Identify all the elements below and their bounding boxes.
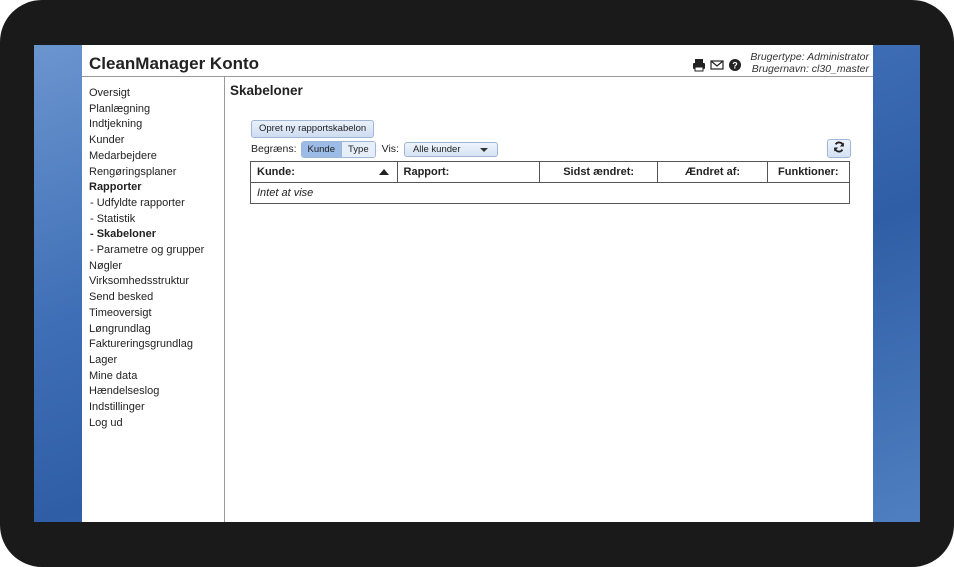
vis-select-value: Alle kunder <box>412 143 461 155</box>
refresh-button[interactable] <box>827 139 851 158</box>
sidebar-item-noegler[interactable]: Nøgler <box>89 259 223 275</box>
sidebar-item-rengoeringsplaner[interactable]: Rengøringsplaner <box>89 165 223 181</box>
col-aendret-af[interactable]: Ændret af: <box>657 161 768 183</box>
sidebar-item-indstillinger[interactable]: Indstillinger <box>89 400 223 416</box>
col-funktioner: Funktioner: <box>766 161 851 183</box>
user-name: Brugernavn: cl30_master <box>751 63 869 75</box>
empty-message: Intet at vise <box>250 182 850 204</box>
sidebar-item-rapporter[interactable]: Rapporter <box>89 180 223 196</box>
templates-table: Kunde: Rapport: Sidst ændret: Ændret af:… <box>250 161 851 204</box>
sidebar-item-mine-data[interactable]: Mine data <box>89 369 223 385</box>
sidebar-item-skabeloner[interactable]: - Skabeloner <box>89 227 223 243</box>
app-title: CleanManager Konto <box>89 54 260 73</box>
page-title: Skabeloner <box>230 83 303 98</box>
sidebar-item-haendelseslog[interactable]: Hændelseslog <box>89 384 223 400</box>
help-icon[interactable]: ? <box>728 58 742 72</box>
user-info: Brugertype: Administrator Brugernavn: cl… <box>750 51 869 75</box>
device-frame: CleanManager Konto ? Brugertype: Adminis… <box>0 0 954 567</box>
vis-select[interactable]: Alle kunder <box>403 141 498 157</box>
sidebar-item-statistik[interactable]: - Statistik <box>89 212 223 228</box>
filter-label: Begræns: <box>251 143 297 155</box>
page: CleanManager Konto ? Brugertype: Adminis… <box>82 45 873 522</box>
svg-text:?: ? <box>732 61 738 71</box>
sidebar-item-oversigt[interactable]: Oversigt <box>89 86 223 102</box>
filter-row: Begræns: Kunde Type Vis: Alle kunder <box>251 140 498 158</box>
sort-up-icon <box>378 169 389 175</box>
sidebar-item-log-ud[interactable]: Log ud <box>89 416 223 432</box>
table-row: Intet at vise <box>250 182 850 204</box>
screen: CleanManager Konto ? Brugertype: Adminis… <box>34 45 920 522</box>
refresh-icon <box>833 140 845 158</box>
sidebar-item-udfyldte-rapporter[interactable]: - Udfyldte rapporter <box>89 196 223 212</box>
sidebar-item-virksomhedsstruktur[interactable]: Virksomhedsstruktur <box>89 274 223 290</box>
col-kunde-label: Kunde: <box>257 166 295 178</box>
sidebar-item-indtjekning[interactable]: Indtjekning <box>89 117 223 133</box>
table-header-row: Kunde: Rapport: Sidst ændret: Ændret af:… <box>250 161 851 183</box>
sidebar-item-timeoversigt[interactable]: Timeoversigt <box>89 306 223 322</box>
sidebar-divider <box>224 77 225 522</box>
sidebar-item-kunder[interactable]: Kunder <box>89 133 223 149</box>
mail-icon[interactable] <box>710 58 724 72</box>
header-divider <box>82 76 873 77</box>
sidebar: Oversigt Planlægning Indtjekning Kunder … <box>89 86 223 431</box>
filter-type-button[interactable]: Type <box>341 141 375 157</box>
sidebar-item-medarbejdere[interactable]: Medarbejdere <box>89 149 223 165</box>
sidebar-item-send-besked[interactable]: Send besked <box>89 290 223 306</box>
sidebar-item-planlaegning[interactable]: Planlægning <box>89 102 223 118</box>
user-type: Brugertype: Administrator <box>750 51 869 63</box>
create-template-button[interactable]: Opret ny rapportskabelon <box>251 120 375 138</box>
sidebar-item-parametre-og-grupper[interactable]: - Parametre og grupper <box>89 243 223 259</box>
print-icon[interactable] <box>692 58 706 72</box>
sidebar-item-lager[interactable]: Lager <box>89 353 223 369</box>
vis-label: Vis: <box>381 143 399 155</box>
header-icons: ? <box>692 58 742 72</box>
sidebar-item-loengrundlag[interactable]: Løngrundlag <box>89 322 223 338</box>
col-rapport[interactable]: Rapport: <box>396 161 540 183</box>
col-sidst-aendret[interactable]: Sidst ændret: <box>538 161 659 183</box>
main-content: Skabeloner Opret ny rapportskabelon Begr… <box>230 83 870 204</box>
filter-toggle: Kunde Type <box>300 140 376 158</box>
chevron-down-icon <box>479 147 488 152</box>
col-kunde[interactable]: Kunde: <box>250 161 398 183</box>
filter-kunde-button[interactable]: Kunde <box>301 141 342 157</box>
sidebar-item-faktureringsgrundlag[interactable]: Faktureringsgrundlag <box>89 337 223 353</box>
